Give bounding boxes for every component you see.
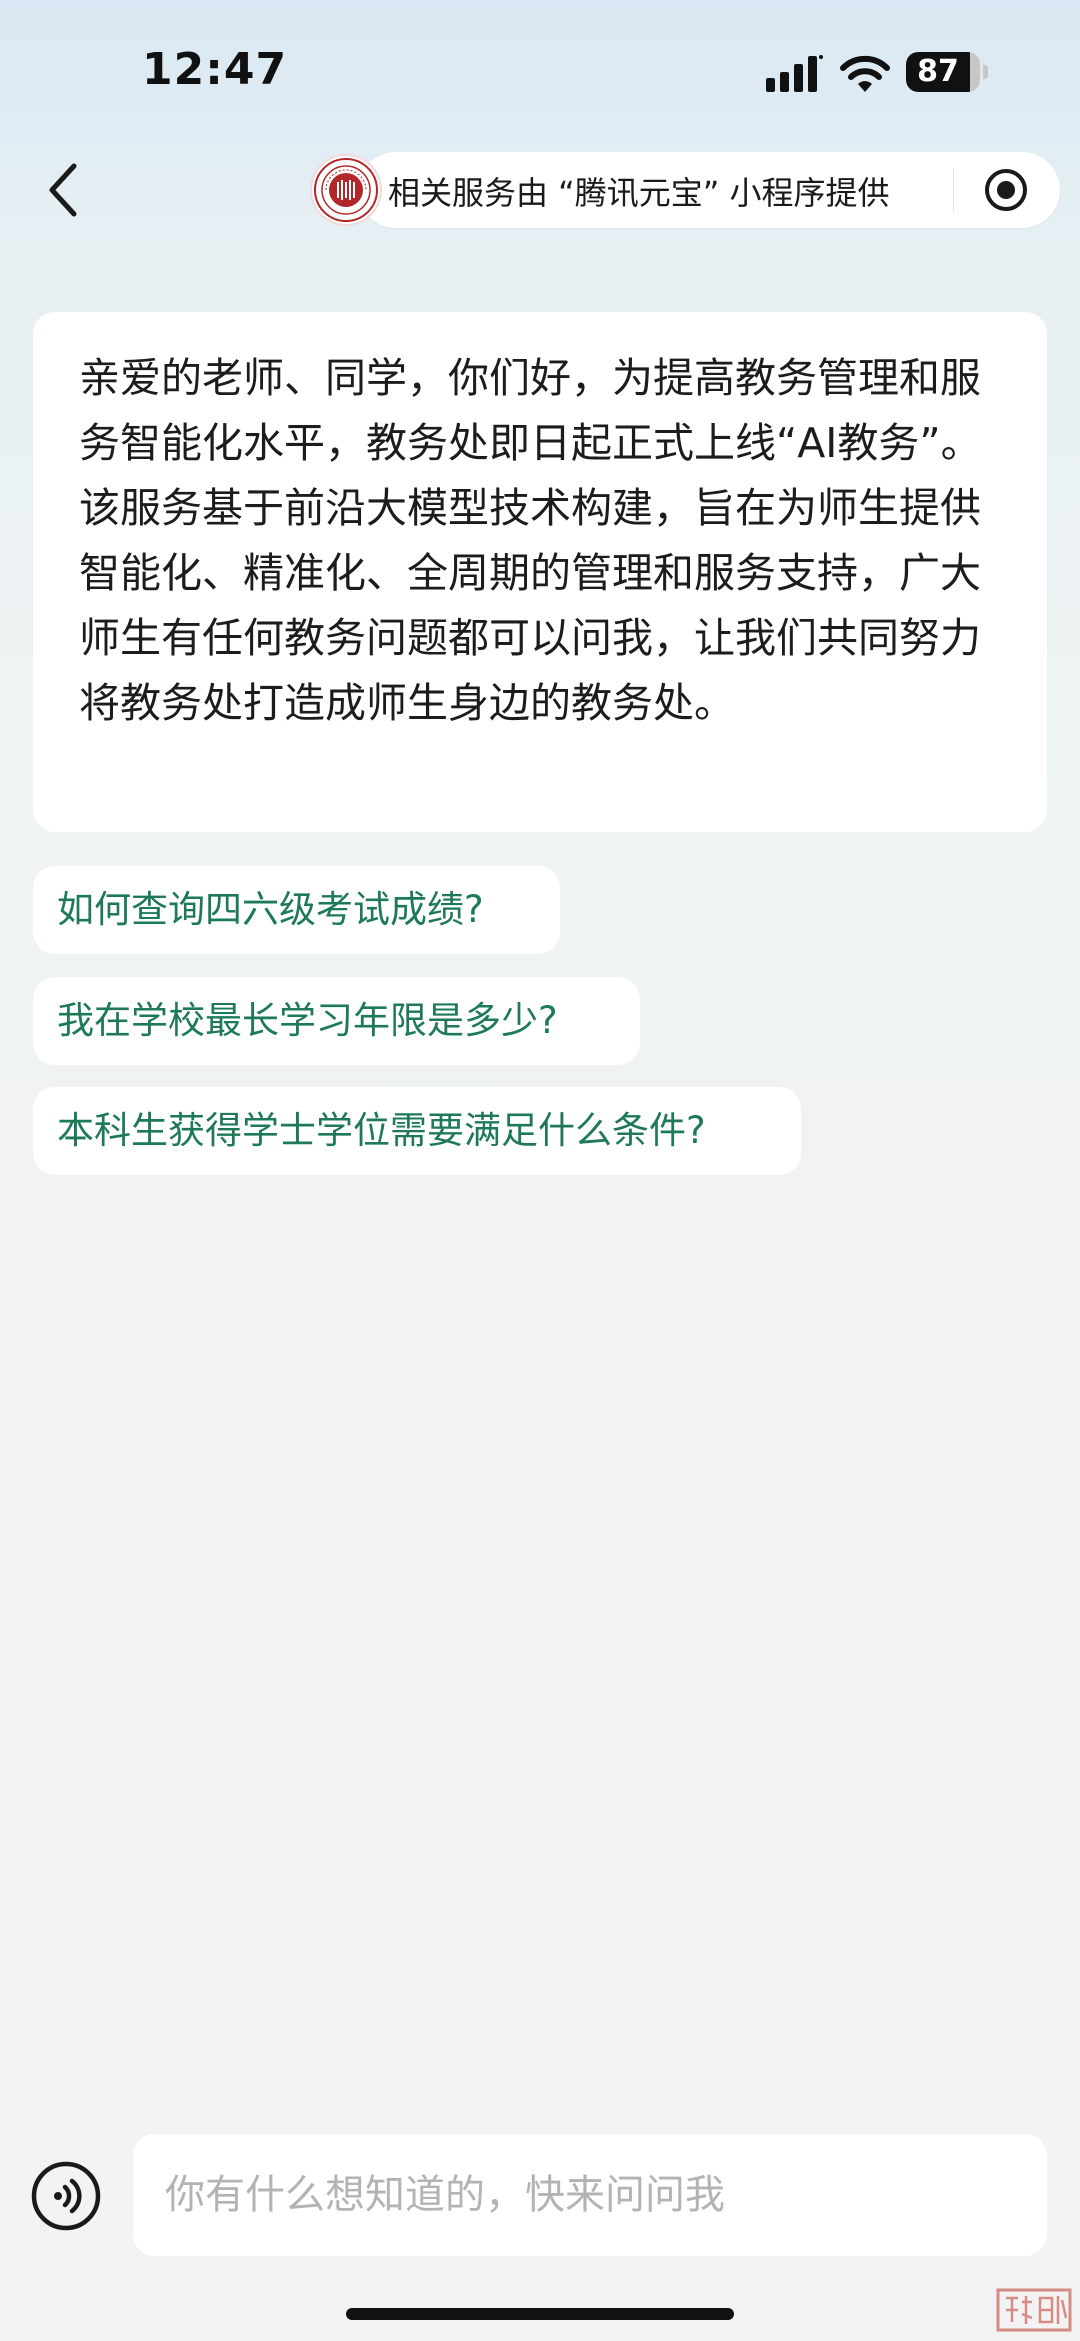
cellular-signal-icon — [766, 55, 823, 92]
battery-body: 87 — [906, 52, 980, 92]
watermark-seal — [996, 2288, 1072, 2332]
capsule-divider — [953, 168, 954, 212]
suggestion-chip[interactable]: 如何查询四六级考试成绩? — [33, 866, 560, 954]
battery-indicator: 87 — [906, 52, 988, 92]
university-seal-logo — [312, 156, 380, 224]
service-notice[interactable]: 相关服务由 “腾讯元宝” 小程序提供 — [388, 168, 890, 214]
welcome-message-text: 亲爱的老师、同学，你们好，为提高教务管理和服务智能化水平，教务处即日起正式上线“… — [79, 354, 982, 727]
battery-tip — [983, 65, 988, 79]
welcome-message-card: 亲爱的老师、同学，你们好，为提高教务管理和服务智能化水平，教务处即日起正式上线“… — [33, 312, 1047, 832]
chevron-left-icon[interactable] — [36, 152, 96, 228]
wifi-icon — [840, 55, 890, 92]
home-indicator[interactable] — [346, 2308, 734, 2320]
suggestion-chip[interactable]: 本科生获得学士学位需要满足什么条件? — [33, 1087, 801, 1175]
record-close-icon[interactable] — [984, 168, 1028, 212]
suggestion-chip[interactable]: 我在学校最长学习年限是多少? — [33, 977, 640, 1065]
status-time: 12:47 — [142, 44, 288, 95]
voice-input-icon[interactable] — [30, 2160, 102, 2232]
question-input[interactable] — [133, 2134, 1047, 2256]
status-bar: 12:47 87 — [0, 0, 1080, 140]
battery-level: 87 — [917, 54, 959, 89]
